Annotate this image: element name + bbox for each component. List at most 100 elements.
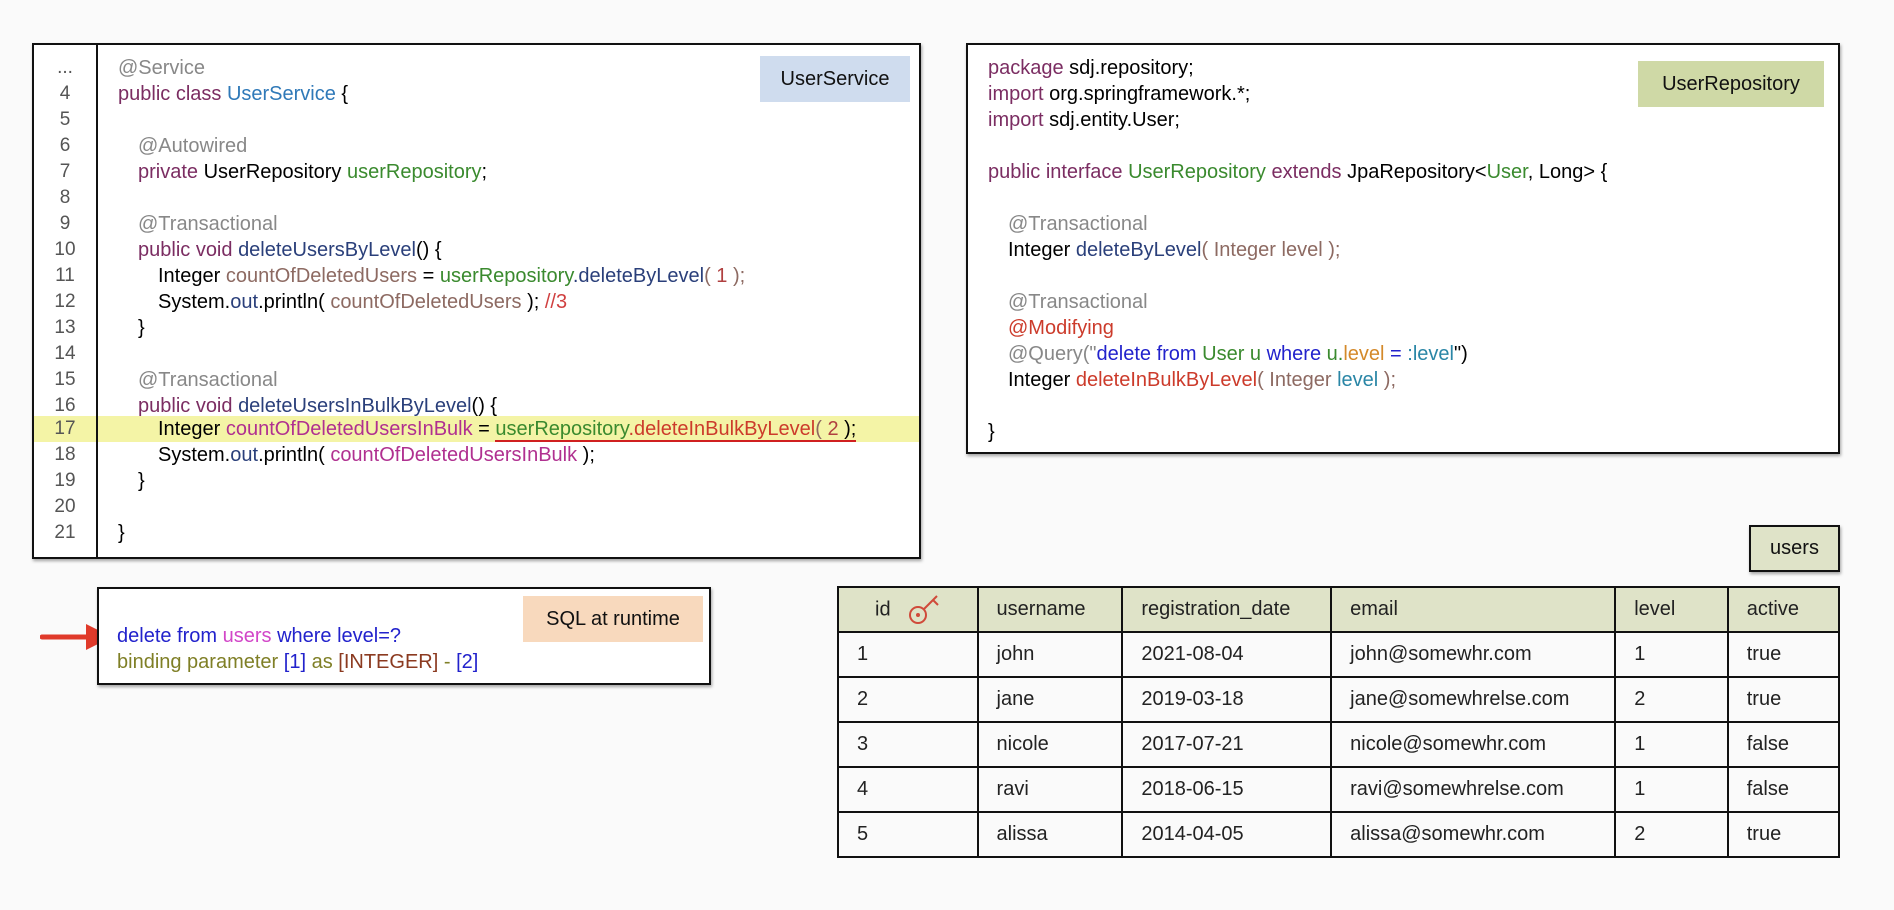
column-header-label: username: [996, 598, 1086, 620]
code-line: @Transactional: [1008, 213, 1148, 235]
code-line: @Transactional: [138, 213, 278, 235]
line-number: 20: [54, 496, 76, 517]
code-line: @Transactional: [1008, 291, 1148, 313]
user-service-tag: UserService: [760, 56, 910, 102]
sql-binding: binding parameter [1] as [INTEGER] - [2]: [117, 651, 479, 673]
table-cell: jane: [976, 676, 1124, 723]
users-table: id username registration_date email level act…: [837, 586, 1841, 858]
code-line: }: [988, 421, 995, 443]
sql-runtime-panel: SQL at runtime delete from users where l…: [97, 587, 711, 685]
table-cell: 2017-07-21: [1121, 721, 1333, 768]
user-repository-panel: UserRepository package sdj.repository; i…: [966, 43, 1840, 454]
table-cell: true: [1726, 811, 1841, 858]
table-cell: 2: [837, 676, 979, 723]
code-line: }: [118, 522, 125, 544]
table-cell: false: [1726, 766, 1841, 813]
column-header: registration_date: [1121, 586, 1333, 633]
table-cell: 2: [1614, 811, 1729, 858]
code-line: @Service: [118, 57, 205, 79]
line-number: 12: [54, 291, 76, 312]
user-repository-tag: UserRepository: [1638, 61, 1824, 107]
table-cell: alissa@somewhr.com: [1330, 811, 1617, 858]
code-line: import org.springframework.*;: [988, 83, 1251, 105]
table-row: 2 jane 2019-03-18 jane@somewhrelse.com 2 true: [837, 676, 1841, 723]
line-number: 5: [59, 109, 71, 130]
table-cell: 2018-06-15: [1121, 766, 1333, 813]
table-row: 3 nicole 2017-07-21 nicole@somewhr.com 1 fals…: [837, 721, 1841, 768]
table-cell: 2021-08-04: [1121, 631, 1333, 678]
table-cell: true: [1726, 676, 1841, 723]
table-cell: 1: [837, 631, 979, 678]
line-number: 6: [59, 135, 71, 156]
table-cell: jane@somewhrelse.com: [1330, 676, 1617, 723]
table-cell: nicole: [976, 721, 1124, 768]
line-number: 19: [54, 470, 76, 491]
line-number: 11: [55, 265, 75, 286]
line-number: 10: [54, 239, 76, 260]
table-cell: john: [976, 631, 1124, 678]
column-header: username: [976, 586, 1124, 633]
table-cell: alissa: [976, 811, 1124, 858]
code-line: Integer deleteInBulkByLevel( Integer lev…: [1008, 369, 1397, 391]
column-header-label: id: [875, 597, 891, 620]
line-number: 9: [59, 213, 71, 234]
table-row: 5 alissa 2014-04-05 alissa@somewhr.com 2 true: [837, 811, 1841, 858]
table-cell: 5: [837, 811, 979, 858]
code-line: System.out.println( countOfDeletedUsers …: [158, 291, 568, 313]
sql-statement: delete from users where level=?: [117, 625, 402, 647]
code-line: Integer countOfDeletedUsers = userReposi…: [158, 265, 746, 287]
table-cell: 3: [837, 721, 979, 768]
primary-key-icon: [908, 594, 939, 624]
column-header-label: level: [1634, 598, 1676, 620]
column-header: email: [1330, 586, 1617, 633]
code-line: }: [138, 470, 145, 492]
table-cell: nicole@somewhr.com: [1330, 721, 1617, 768]
table-cell: 2014-04-05: [1121, 811, 1333, 858]
table-cell: ravi@somewhrelse.com: [1330, 766, 1617, 813]
code-line: public class UserService {: [118, 83, 349, 105]
table-row: 1 john 2021-08-04 john@somewhr.com 1 true: [837, 631, 1841, 678]
column-header-label: email: [1350, 598, 1398, 620]
code-line: @Transactional: [138, 369, 278, 391]
table-cell: true: [1726, 631, 1841, 678]
table-cell: 1: [1614, 766, 1729, 813]
column-header: level: [1614, 586, 1729, 633]
code-line: import sdj.entity.User;: [988, 109, 1180, 131]
line-number: 15: [54, 369, 76, 390]
line-number: 17: [54, 418, 76, 439]
code-line: Integer deleteByLevel( Integer level );: [1008, 239, 1341, 261]
line-number: 4: [59, 83, 71, 104]
code-line: @Query("delete from User u where u.level…: [1008, 343, 1468, 365]
table-cell: 1: [1614, 631, 1729, 678]
highlighted-code-line: Integer countOfDeletedUsersInBulk = user…: [158, 418, 857, 442]
table-cell: 4: [837, 766, 979, 813]
line-number: 14: [54, 343, 76, 364]
table-cell: false: [1726, 721, 1841, 768]
table-header-row: id username registration_date email level act…: [837, 586, 1841, 633]
code-line: public interface UserRepository extends …: [988, 161, 1608, 183]
code-line: }: [138, 317, 145, 339]
table-cell: john@somewhr.com: [1330, 631, 1617, 678]
table-row: 4 ravi 2018-06-15 ravi@somewhrelse.com 1 fals…: [837, 766, 1841, 813]
code-line: private UserRepository userRepository;: [138, 161, 488, 183]
table-cell: 2: [1614, 676, 1729, 723]
users-table-tag: users: [1749, 525, 1840, 572]
column-header: id: [837, 586, 979, 633]
code-line: package sdj.repository;: [988, 57, 1194, 79]
line-number: 21: [54, 522, 76, 543]
line-number: 13: [54, 317, 76, 338]
line-number: 18: [54, 444, 76, 465]
code-line: @Autowired: [138, 135, 248, 157]
line-number: ...: [57, 57, 73, 78]
line-number-gutter: ... 4 5 6 7 8 9 10 11 12 13 14 15 16 17 18 19 20 21: [34, 45, 98, 557]
column-header-label: registration_date: [1141, 598, 1291, 620]
column-header: active: [1726, 586, 1841, 633]
sql-runtime-tag: SQL at runtime: [523, 596, 703, 642]
user-service-panel: ... 4 5 6 7 8 9 10 11 12 13 14 15 16 17 18 19 20 21 UserSe…: [32, 43, 921, 559]
column-header-label: active: [1746, 598, 1799, 620]
code-line: @Modifying: [1008, 317, 1114, 339]
line-number: 8: [59, 187, 71, 208]
table-cell: 2019-03-18: [1121, 676, 1333, 723]
table-cell: ravi: [976, 766, 1124, 813]
line-number: 7: [59, 161, 71, 182]
